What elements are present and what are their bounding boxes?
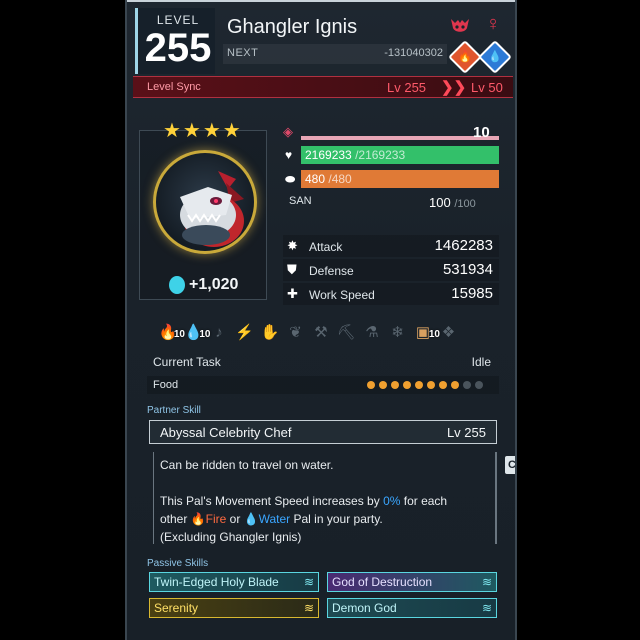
trust-icon: ◈ bbox=[283, 124, 293, 139]
trust-bar bbox=[301, 136, 499, 140]
attack-icon: ✸ bbox=[287, 238, 298, 253]
passive-skills-heading: Passive Skills bbox=[147, 558, 209, 569]
passive-skill-1[interactable]: Twin-Edged Holy Blade ≋ bbox=[149, 572, 319, 592]
partner-skill-heading: Partner Skill bbox=[147, 405, 201, 416]
desc-line-1: Can be ridden to travel on water. bbox=[160, 458, 334, 472]
next-label: NEXT bbox=[227, 47, 259, 59]
passive-skill-2[interactable]: God of Destruction ≋ bbox=[327, 572, 497, 592]
defense-value: 531934 bbox=[442, 261, 493, 278]
handiwork-icon: ✋ bbox=[260, 324, 280, 341]
level-sync-bar: Level Sync Lv 255 ❯❯ Lv 50 bbox=[133, 76, 513, 98]
food-pip-empty bbox=[463, 381, 471, 389]
work-speed-value: 15985 bbox=[451, 285, 493, 302]
attack-row: ✸ Attack 1462283 bbox=[283, 235, 499, 257]
rank-up-icon: ≋ bbox=[481, 575, 492, 589]
watering-icon: 💧 10 bbox=[183, 322, 210, 344]
rank-up-icon: ≋ bbox=[303, 601, 314, 615]
work-speed-label: Work Speed bbox=[309, 288, 375, 302]
san-label: SAN bbox=[289, 195, 312, 207]
current-task-value: Idle bbox=[471, 355, 491, 369]
pal-name: Ghangler Ignis bbox=[227, 16, 358, 38]
current-task-label: Current Task bbox=[153, 355, 221, 369]
transporting-icon: ▣ 10 bbox=[412, 322, 440, 344]
music-note-icon: ♪ bbox=[215, 324, 223, 341]
partner-skill-box[interactable]: Abyssal Celebrity Chef Lv 255 bbox=[149, 420, 497, 444]
sync-from-level: Lv 255 bbox=[387, 80, 427, 95]
partner-skill-name: Abyssal Celebrity Chef bbox=[160, 425, 292, 440]
lumbering-icon: ⚒ bbox=[314, 324, 328, 341]
sync-to-level: Lv 50 bbox=[471, 80, 503, 95]
medicine-icon: ⚗ bbox=[365, 324, 379, 341]
food-pip-full bbox=[439, 381, 447, 389]
desc-line-3: other 🔥Fire or 💧Water Pal in your party. bbox=[160, 512, 383, 526]
water-element-icon: 💧 bbox=[478, 40, 512, 74]
side-tab-button[interactable]: C bbox=[505, 456, 515, 474]
san-max: /100 bbox=[454, 198, 476, 210]
partner-skill-level: Lv 255 bbox=[446, 425, 486, 440]
soul-icon bbox=[169, 276, 185, 294]
pal-summary-panel: LEVEL 255 Ghangler Ignis ♀ NEXT -1310403… bbox=[125, 0, 517, 640]
hunger-value: 480 bbox=[305, 172, 326, 186]
food-row: Food bbox=[147, 376, 499, 394]
food-pip-full bbox=[415, 381, 423, 389]
passive-skill-4[interactable]: Demon God ≋ bbox=[327, 598, 497, 618]
food-pip-full bbox=[451, 381, 459, 389]
fire-small-icon: 🔥 bbox=[190, 512, 206, 526]
next-exp-value: -131040302 bbox=[384, 47, 443, 59]
food-label: Food bbox=[153, 379, 179, 391]
farming-icon: ❖ bbox=[441, 324, 456, 341]
work-speed-row: ✚ Work Speed 15985 bbox=[283, 283, 499, 305]
cooling-icon: ❄ bbox=[391, 324, 404, 341]
hunger-bar: 480 /480 bbox=[301, 170, 499, 188]
electricity-icon: ⚡ bbox=[235, 324, 254, 341]
partner-skill-description: Can be ridden to travel on water. This P… bbox=[153, 452, 497, 544]
san-value: 100 bbox=[429, 195, 451, 210]
food-pip-full bbox=[391, 381, 399, 389]
rank-up-icon: ≋ bbox=[481, 601, 492, 615]
water-small-icon: 💧 bbox=[243, 512, 259, 526]
food-pip-full bbox=[367, 381, 375, 389]
hunger-max: /480 bbox=[328, 172, 352, 186]
hp-max: /2169233 bbox=[355, 148, 406, 162]
current-task-row: Current Task Idle bbox=[147, 352, 499, 372]
level-box: LEVEL 255 bbox=[135, 8, 215, 74]
food-pip-full bbox=[403, 381, 411, 389]
level-label: LEVEL bbox=[156, 13, 200, 27]
food-pip-full bbox=[427, 381, 435, 389]
next-exp-row: NEXT -131040302 bbox=[223, 44, 447, 64]
stomach-icon: ⬬ bbox=[285, 172, 296, 186]
work-speed-icon: ✚ bbox=[287, 286, 298, 301]
hp-bar: 2169233 /2169233 bbox=[301, 146, 499, 164]
hp-value: 2169233 bbox=[305, 148, 352, 162]
attack-label: Attack bbox=[309, 240, 343, 254]
shield-icon: ⛊ bbox=[287, 262, 297, 277]
soul-bonus: +1,020 bbox=[189, 276, 239, 293]
food-pip-full bbox=[379, 381, 387, 389]
defense-label: Defense bbox=[309, 264, 354, 278]
rank-stars: ★★★★ bbox=[163, 120, 243, 142]
attack-value: 1462283 bbox=[434, 237, 493, 254]
pal-avatar bbox=[153, 150, 257, 254]
level-sync-label: Level Sync bbox=[147, 81, 201, 93]
fire-element-icon: 🔥 bbox=[448, 40, 482, 74]
frame-top-border bbox=[127, 0, 515, 2]
kindling-icon: 🔥 10 bbox=[157, 322, 185, 344]
defense-row: ⛊ Defense 531934 bbox=[283, 259, 499, 281]
sync-arrow-icon: ❯❯ bbox=[441, 79, 467, 96]
boss-icon bbox=[449, 16, 471, 40]
heart-icon: ♥ bbox=[285, 148, 293, 162]
level-number: 255 bbox=[144, 26, 212, 70]
rank-up-icon: ≋ bbox=[303, 575, 314, 589]
food-pip-empty bbox=[475, 381, 483, 389]
desc-line-2: This Pal's Movement Speed increases by 0… bbox=[160, 494, 448, 508]
passive-skill-3[interactable]: Serenity ≋ bbox=[149, 598, 319, 618]
gathering-icon: ❦ bbox=[289, 324, 302, 341]
work-suitability-row: 🔥 10 💧 10 ♪ ⚡ ✋ ❦ ⚒ ⛏ ⚗ ❄ ▣ 10 ❖ bbox=[157, 322, 497, 346]
trust-level: 10 bbox=[473, 124, 490, 141]
desc-line-4: (Excluding Ghangler Ignis) bbox=[160, 530, 302, 544]
mining-icon: ⛏ bbox=[336, 324, 357, 341]
female-gender-icon: ♀ bbox=[485, 13, 501, 35]
